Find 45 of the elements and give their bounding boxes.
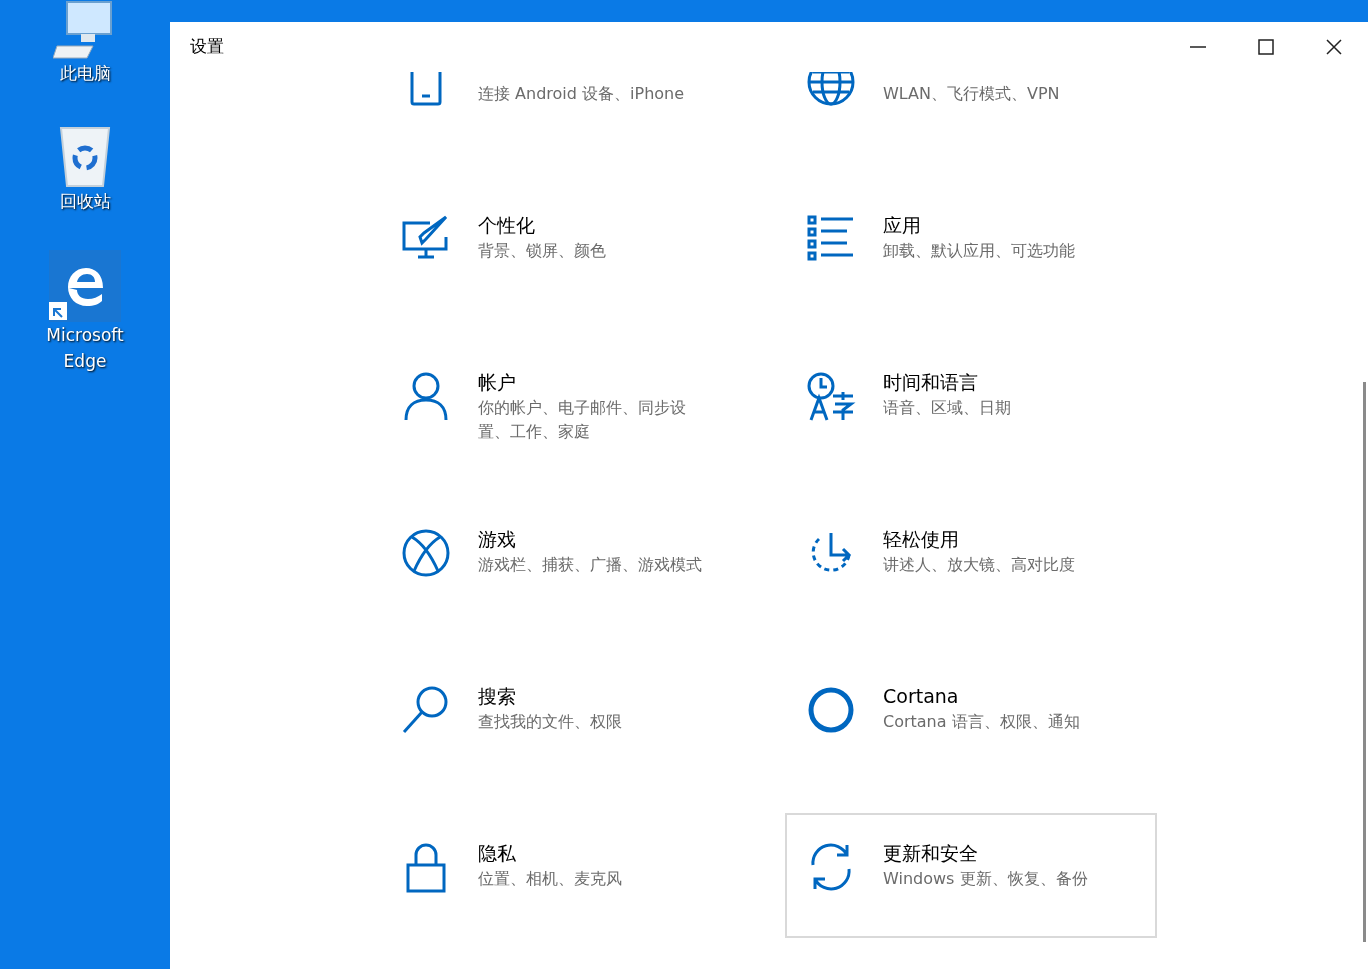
tile-description: 卸载、默认应用、可选功能: [883, 240, 1076, 262]
clock-language-icon: [805, 370, 857, 422]
edge-browser-icon: [49, 250, 121, 322]
tile-description: WLAN、飞行模式、VPN: [883, 83, 1061, 105]
desktop-icon-label[interactable]: Microsoft Edge: [35, 322, 135, 374]
settings-tile[interactable]: 搜索 查找我的文件、权限: [380, 656, 752, 781]
xbox-icon: [400, 527, 452, 579]
tile-description: 连接 Android 设备、iPhone: [478, 83, 686, 105]
tile-title: 搜索: [478, 684, 517, 709]
scrollbar-thumb[interactable]: [1363, 382, 1366, 942]
tile-title: 帐户: [478, 370, 517, 395]
window-title: 设置: [190, 35, 225, 59]
tile-title: 游戏: [478, 527, 517, 552]
desktop-icon-label[interactable]: 回收站: [35, 188, 135, 214]
tile-title: 应用: [883, 213, 922, 238]
settings-tile[interactable]: 时间和语言 语音、区域、日期: [785, 342, 1157, 467]
desktop-icon-label[interactable]: 此电脑: [35, 60, 135, 86]
settings-tile[interactable]: Cortana Cortana 语言、权限、通知: [785, 656, 1157, 781]
close-icon: [1326, 39, 1342, 55]
settings-tile[interactable]: 连接 Android 设备、iPhone: [380, 72, 752, 153]
tile-description: 背景、锁屏、颜色: [478, 240, 607, 262]
tile-description: 位置、相机、麦克风: [478, 868, 623, 890]
settings-tile[interactable]: 更新和安全 Windows 更新、恢复、备份: [785, 813, 1157, 938]
tile-description: Windows 更新、恢复、备份: [883, 868, 1089, 890]
maximize-icon: [1258, 39, 1274, 55]
tile-title: 轻松使用: [883, 527, 960, 552]
settings-tile[interactable]: 隐私 位置、相机、麦克风: [380, 813, 752, 938]
tile-description: 游戏栏、捕获、广播、游戏模式: [478, 554, 703, 576]
settings-tile[interactable]: WLAN、飞行模式、VPN: [785, 72, 1157, 153]
tile-title: 更新和安全: [883, 841, 979, 866]
settings-tile[interactable]: 应用 卸载、默认应用、可选功能: [785, 185, 1157, 310]
settings-tile[interactable]: 个性化 背景、锁屏、颜色: [380, 185, 752, 310]
tile-title: Cortana: [883, 684, 960, 709]
tile-description: 语音、区域、日期: [883, 397, 1012, 419]
settings-tile[interactable]: 轻松使用 讲述人、放大镜、高对比度: [785, 499, 1157, 624]
tile-description: Cortana 语言、权限、通知: [883, 711, 1081, 733]
tile-title: 时间和语言: [883, 370, 979, 395]
settings-tile[interactable]: 游戏 游戏栏、捕获、广播、游戏模式: [380, 499, 752, 624]
tile-description: 讲述人、放大镜、高对比度: [883, 554, 1076, 576]
tile-title: 个性化: [478, 213, 536, 238]
tile-description: 查找我的文件、权限: [478, 711, 623, 733]
minimize-icon: [1190, 46, 1206, 48]
tile-description: 你的帐户、电子邮件、同步设置、工作、家庭: [478, 397, 687, 443]
settings-tile[interactable]: 帐户 你的帐户、电子邮件、同步设置、工作、家庭: [380, 342, 752, 467]
tile-title: 隐私: [478, 841, 517, 866]
